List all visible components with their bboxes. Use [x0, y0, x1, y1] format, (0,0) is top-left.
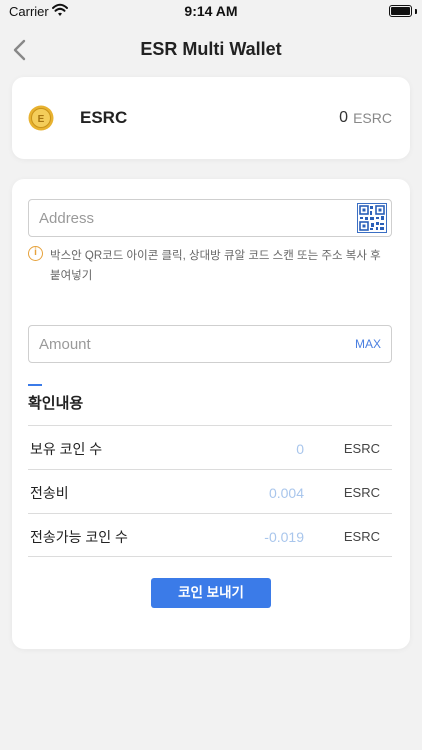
row-value: 0	[296, 441, 304, 457]
row-label: 전송가능 코인 수	[30, 529, 128, 545]
page-title: ESR Multi Wallet	[140, 39, 282, 59]
amount-input[interactable]	[39, 326, 339, 362]
row-label: 보유 코인 수	[30, 441, 103, 457]
confirm-section-title: 확인내용	[28, 395, 84, 412]
row-label: 전송비	[30, 485, 69, 501]
esrc-coin-icon: E	[28, 105, 54, 131]
confirm-rows: 보유 코인 수 0 ESRC 전송비 0.004 ESRC 전송가능 코인 수 …	[28, 425, 392, 557]
battery-tip	[415, 9, 417, 14]
balance-amount: 0	[339, 109, 348, 126]
balance-card: E ESRC 0 ESRC	[12, 77, 410, 159]
amount-field: MAX	[28, 325, 392, 363]
balance-unit: ESRC	[353, 110, 392, 126]
send-coin-button[interactable]: 코인 보내기	[151, 578, 271, 608]
row-value: 0.004	[268, 485, 304, 501]
send-form-card: i 박스안 QR코드 아이콘 클릭, 상대방 큐알 코드 스캔 또는 주소 복사…	[12, 179, 410, 649]
nav-bar: ESR Multi Wallet	[0, 30, 422, 70]
svg-text:E: E	[38, 114, 45, 125]
address-hint: i 박스안 QR코드 아이콘 클릭, 상대방 큐알 코드 스캔 또는 주소 복사…	[28, 246, 392, 286]
coin-name: ESRC	[80, 108, 128, 127]
confirm-row-sendable: 전송가능 코인 수 -0.019 ESRC	[28, 513, 392, 557]
max-button[interactable]: MAX	[355, 337, 381, 351]
row-unit: ESRC	[343, 441, 380, 456]
row-unit: ESRC	[343, 529, 380, 544]
status-time: 9:14 AM	[184, 3, 238, 19]
info-icon: i	[28, 246, 43, 261]
confirm-row-holding: 보유 코인 수 0 ESRC	[28, 425, 392, 469]
address-input[interactable]	[39, 200, 339, 236]
address-field	[28, 199, 392, 237]
row-value: -0.019	[264, 529, 304, 545]
row-unit: ESRC	[343, 485, 380, 500]
confirm-row-fee: 전송비 0.004 ESRC	[28, 469, 392, 513]
section-accent-bar	[28, 384, 42, 386]
battery-icon	[389, 5, 412, 17]
status-bar: Carrier 9:14 AM	[0, 0, 422, 24]
hint-text: 박스안 QR코드 아이콘 클릭, 상대방 큐알 코드 스캔 또는 주소 복사 후…	[50, 250, 381, 282]
qr-code-icon[interactable]	[357, 203, 387, 233]
